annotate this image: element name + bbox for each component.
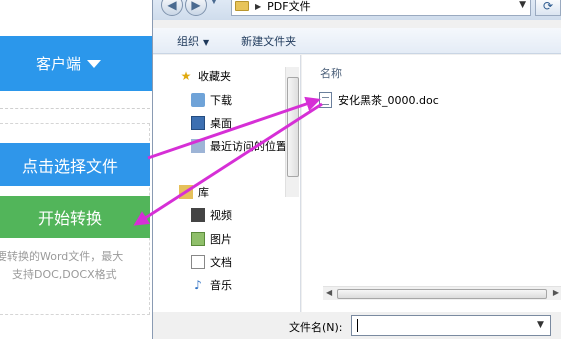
filename-row: 文件名(N): ▼ [153,312,561,339]
upload-hint: 要转换的Word文件，最大 支持DOC,DOCX格式 [0,248,152,284]
desktop-icon [191,116,205,130]
nav-item-label: 库 [198,186,209,199]
choose-file-button[interactable]: 点击选择文件 [0,143,150,186]
scroll-right-icon[interactable]: ▶ [553,288,559,297]
nav-item-label: 桌面 [210,117,232,130]
scroll-left-icon[interactable]: ◀ [326,288,332,297]
refresh-button[interactable]: ⟳ [535,0,561,16]
dialog-toolbar: 组织 ▼ 新建文件夹 [153,28,561,54]
music-icon: ♪ [194,278,202,292]
nav-item-label: 最近访问的位置 [210,140,287,153]
picture-icon [191,232,205,246]
back-button[interactable]: ◀ [161,0,183,16]
word-doc-icon [319,92,332,108]
forward-arrow-icon: ▶ [191,0,201,12]
nav-item-favorites[interactable]: ★ 收藏夹 [179,65,231,87]
video-icon [191,208,205,222]
nav-item-recent-places[interactable]: 最近访问的位置 [191,135,287,157]
navigation-pane: ★ 收藏夹 下载 桌面 最近访问的位置 库 视频 图片 文档 ♪ 音乐 [153,55,301,312]
back-arrow-icon: ◀ [167,0,177,12]
start-convert-button[interactable]: 开始转换 [0,196,150,238]
chevron-down-icon: ▼ [203,37,210,47]
nav-item-label: 收藏夹 [198,70,231,83]
nav-item-libraries[interactable]: 库 [179,181,209,203]
converter-webpage: 客户端 点击选择文件 开始转换 要转换的Word文件，最大 支持DOC,DOCX… [0,0,152,339]
nav-item-videos[interactable]: 视频 [191,204,232,226]
divider [0,108,150,109]
nav-item-desktop[interactable]: 桌面 [191,112,232,134]
nav-item-label: 图片 [210,233,232,246]
nav-item-downloads[interactable]: 下载 [191,89,232,111]
nav-item-label: 下载 [210,94,232,107]
filename-dropdown-icon[interactable]: ▼ [537,320,544,330]
recent-places-icon [191,139,205,153]
nav-item-music[interactable]: ♪ 音乐 [191,274,232,296]
document-icon [191,255,205,269]
folder-icon [235,1,249,11]
client-label: 客户端 [36,55,82,73]
nav-item-pictures[interactable]: 图片 [191,228,232,250]
organize-button[interactable]: 组织 ▼ [177,33,209,49]
file-name: 安化黑茶_0000.doc [338,94,439,107]
nav-item-label: 文档 [210,256,232,269]
nav-pane-scrollbar[interactable] [285,67,299,197]
file-item[interactable]: 安化黑茶_0000.doc [319,90,439,110]
file-open-dialog: ◀ ▶ ▼ ▶ PDF文件 ▼ ⟳ 组织 ▼ 新建文件夹 ★ 收藏夹 下载 桌面 [152,0,561,339]
scrollbar-thumb[interactable] [287,77,299,177]
file-list-pane: 名称 安化黑茶_0000.doc [302,55,561,312]
breadcrumb-separator-icon: ▶ [255,1,262,11]
breadcrumb-folder[interactable]: PDF文件 [267,0,310,14]
download-folder-icon [191,93,205,107]
new-folder-button[interactable]: 新建文件夹 [241,33,296,49]
library-icon [179,185,193,199]
forward-button[interactable]: ▶ [185,0,207,16]
nav-item-label: 音乐 [210,279,232,292]
column-header-name[interactable]: 名称 [320,65,342,81]
refresh-icon: ⟳ [542,0,554,13]
client-dropdown[interactable]: 客户端 [0,36,152,91]
nav-item-label: 视频 [210,209,232,222]
address-dropdown-icon[interactable]: ▼ [519,0,526,10]
chevron-down-icon: ▼ [210,0,218,6]
filename-input[interactable] [351,315,551,336]
filename-label: 文件名(N): [289,321,343,334]
hint-line-2: 支持DOC,DOCX格式 [12,268,117,281]
file-list-horizontal-scrollbar[interactable]: ◀ ▶ [323,286,561,300]
recent-pages-dropdown[interactable]: ▼ [209,0,219,14]
star-icon: ★ [180,69,192,83]
nav-item-documents[interactable]: 文档 [191,251,232,273]
address-bar[interactable]: ▶ PDF文件 ▼ [231,0,531,16]
scrollbar-thumb[interactable] [337,289,547,299]
navigation-bar: ◀ ▶ ▼ ▶ PDF文件 ▼ ⟳ [153,0,561,20]
hint-line-1: 要转换的Word文件，最大 [0,250,124,263]
organize-label: 组织 [177,34,199,48]
text-cursor [357,319,358,332]
caret-down-icon [87,59,102,68]
